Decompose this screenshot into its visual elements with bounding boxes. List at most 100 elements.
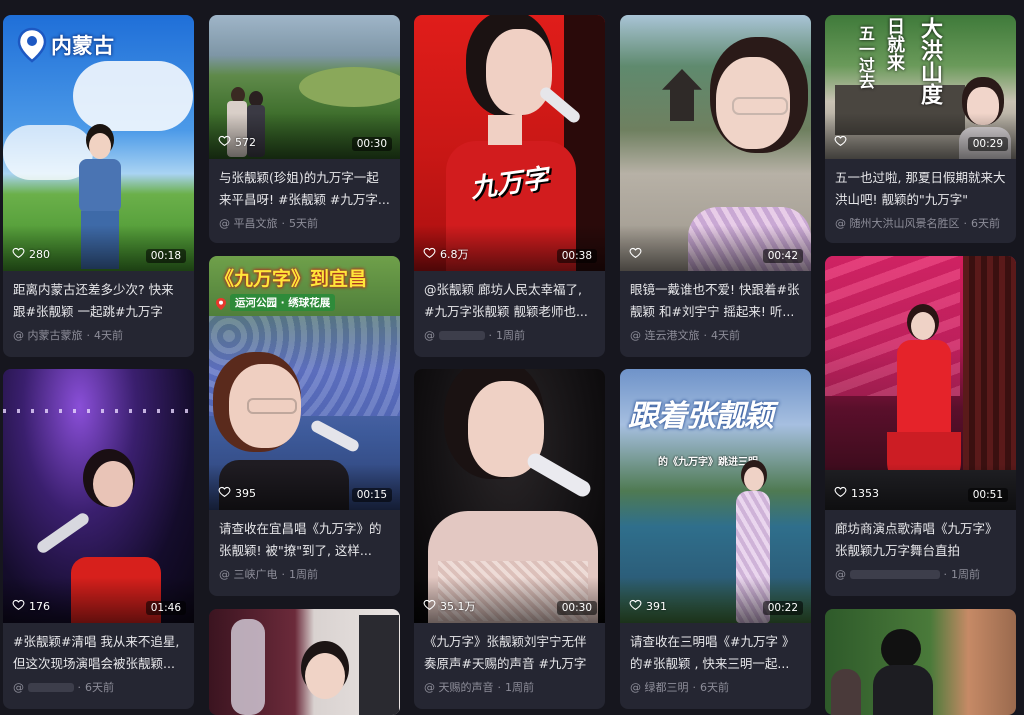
video-meta: @ 天赐的声音 · 1周前 <box>424 681 534 694</box>
at-icon: @ <box>630 329 641 342</box>
author-name[interactable]: 平昌文旅 <box>234 217 278 230</box>
like-count: 280 <box>12 246 50 262</box>
video-duration: 00:30 <box>351 137 392 151</box>
video-thumbnail[interactable]: 00:42 <box>620 15 811 271</box>
video-meta: @ 三峡广电 · 1周前 <box>219 568 318 581</box>
video-duration: 01:46 <box>145 601 186 615</box>
at-icon: @ <box>630 681 641 694</box>
video-card[interactable] <box>209 609 400 715</box>
video-meta: @ 内蒙古蒙旅 · 4天前 <box>13 329 123 342</box>
author-name[interactable]: 连云港文旅 <box>645 329 700 342</box>
author-name[interactable]: 三峡广电 <box>234 568 278 581</box>
badge-text: 内蒙古 <box>51 34 114 58</box>
video-title[interactable]: 《九万字》张靓颖刘宇宁无伴奏原声#天赐的声音 #九万字 <box>424 631 595 675</box>
heart-outline-icon <box>423 598 436 614</box>
location-tag: 运河公园 · 绣球花展 <box>215 294 336 311</box>
video-thumbnail[interactable] <box>825 609 1016 715</box>
overlay-text-2: 日就来 <box>884 17 905 71</box>
like-count: 572 <box>218 134 256 150</box>
like-count <box>629 246 646 262</box>
author-name-blurred <box>438 331 485 340</box>
video-thumbnail[interactable]: 572 00:30 <box>209 15 400 159</box>
video-duration: 00:18 <box>145 249 186 263</box>
author-name-blurred <box>849 570 940 579</box>
video-title[interactable]: 请查收在三明唱《#九万字 》的#张靓颖 , 快来三明一起... <box>630 631 801 675</box>
heart-outline-icon <box>629 246 642 262</box>
overlay-text-3: 大洪山度 <box>917 17 942 105</box>
location-badge: 内蒙古 <box>17 27 114 63</box>
at-icon: @ <box>13 681 24 694</box>
video-duration: 00:30 <box>556 601 597 615</box>
video-meta: @ 平昌文旅 · 5天前 <box>219 217 318 230</box>
video-title[interactable]: 眼镜一戴谁也不爱! 快跟着#张靓颖 和#刘宇宁 摇起来! 听... <box>630 279 801 323</box>
video-thumbnail[interactable]: 35.1万 00:30 <box>414 369 605 623</box>
video-card[interactable]: 176 01:46 #张靓颖#清唱 我从来不追星, 但这次现场演唱会被张靓颖..… <box>3 369 194 709</box>
video-title[interactable]: #张靓颖#清唱 我从来不追星, 但这次现场演唱会被张靓颖... <box>13 631 184 675</box>
like-count: 6.8万 <box>423 246 469 262</box>
publish-time: 5天前 <box>289 217 318 230</box>
video-thumbnail[interactable]: 五一过去 日就来 大洪山度 00:29 <box>825 15 1016 159</box>
video-title[interactable]: 请查收在宜昌唱《九万字》的张靓颖! 被"撩"到了, 这样... <box>219 518 390 562</box>
heart-outline-icon <box>629 598 642 614</box>
at-icon: @ <box>219 217 230 230</box>
overlay-subtitle: 的《九万字》跳进三明 <box>658 457 758 468</box>
video-duration: 00:22 <box>762 601 803 615</box>
video-card[interactable]: 五一过去 日就来 大洪山度 00:29 五一也过啦, 那夏日假期就来大洪山吧! … <box>825 15 1016 243</box>
publish-time: 6天前 <box>700 681 729 694</box>
video-meta: @ · 6天前 <box>13 681 114 694</box>
at-icon: @ <box>13 329 24 342</box>
overlay-subtitle: 运河公园 · 绣球花展 <box>230 294 336 311</box>
video-card[interactable]: 内蒙古 280 00:18 距离内蒙古还差多少次? 快来跟#张靓颖 一起跳#九万… <box>3 15 194 357</box>
author-name[interactable]: 绿都三明 <box>645 681 689 694</box>
like-count: 395 <box>218 485 256 501</box>
video-thumbnail[interactable]: 九万字 6.8万 00:38 <box>414 15 605 271</box>
video-card[interactable]: 572 00:30 与张靓颖(珍姐)的九万字一起来平昌呀! #张靓颖 #九万字.… <box>209 15 400 243</box>
video-card[interactable]: 1353 00:51 廊坊商演点歌清唱《九万字》张靓颖九万字舞台直拍 @ · 1周… <box>825 256 1016 596</box>
video-meta: @ · 1周前 <box>424 329 525 342</box>
video-duration: 00:51 <box>967 488 1008 502</box>
video-title[interactable]: 距离内蒙古还差多少次? 快来跟#张靓颖 一起跳#九万字 #... <box>13 279 184 323</box>
video-title[interactable]: 五一也过啦, 那夏日假期就来大洪山吧! 靓颖的"九万字" <box>835 167 1006 211</box>
video-thumbnail[interactable]: 《九万字》到宜昌 运河公园 · 绣球花展 395 00:15 <box>209 256 400 510</box>
author-name[interactable]: 天赐的声音 <box>439 681 494 694</box>
video-thumbnail[interactable] <box>209 609 400 715</box>
heart-outline-icon <box>12 598 25 614</box>
video-card[interactable]: 35.1万 00:30 《九万字》张靓颖刘宇宁无伴奏原声#天赐的声音 #九万字 … <box>414 369 605 709</box>
video-duration: 00:42 <box>762 249 803 263</box>
like-count: 176 <box>12 598 50 614</box>
video-title[interactable]: 与张靓颖(珍姐)的九万字一起来平昌呀! #张靓颖 #九万字... <box>219 167 390 211</box>
video-card[interactable] <box>825 609 1016 715</box>
publish-time: 1周前 <box>496 329 525 342</box>
publish-time: 1周前 <box>951 568 980 581</box>
heart-outline-icon <box>834 134 847 150</box>
video-card[interactable]: 《九万字》到宜昌 运河公园 · 绣球花展 395 00:15 请查收在宜昌唱《九… <box>209 256 400 596</box>
location-pin-icon <box>215 296 227 310</box>
at-icon: @ <box>424 681 435 694</box>
video-card[interactable]: 九万字 6.8万 00:38 @张靓颖 廊坊人民太幸福了, #九万字张靓颖 靓颖… <box>414 15 605 357</box>
overlay-text-1: 五一过去 <box>856 25 875 89</box>
author-name[interactable]: 随州大洪山风景名胜区 <box>850 217 960 230</box>
video-title[interactable]: 廊坊商演点歌清唱《九万字》张靓颖九万字舞台直拍 <box>835 518 1006 562</box>
video-duration: 00:38 <box>556 249 597 263</box>
overlay-title: 《九万字》到宜昌 <box>215 268 368 290</box>
video-title[interactable]: @张靓颖 廊坊人民太幸福了, #九万字张靓颖 靓颖老师也... <box>424 279 595 323</box>
like-count: 391 <box>629 598 667 614</box>
author-name[interactable]: 内蒙古蒙旅 <box>28 329 83 342</box>
publish-time: 4天前 <box>711 329 740 342</box>
heart-outline-icon <box>218 485 231 501</box>
like-count: 35.1万 <box>423 598 476 614</box>
at-icon: @ <box>835 568 846 581</box>
video-duration: 00:15 <box>351 488 392 502</box>
video-meta: @ · 1周前 <box>835 568 980 581</box>
video-thumbnail[interactable]: 内蒙古 280 00:18 <box>3 15 194 271</box>
video-thumbnail[interactable]: 176 01:46 <box>3 369 194 623</box>
heart-outline-icon <box>12 246 25 262</box>
video-card[interactable]: 00:42 眼镜一戴谁也不爱! 快跟着#张靓颖 和#刘宇宁 摇起来! 听... … <box>620 15 811 357</box>
video-thumbnail[interactable]: 1353 00:51 <box>825 256 1016 510</box>
video-thumbnail[interactable]: 跟着张靓颖 的《九万字》跳进三明 391 00:22 <box>620 369 811 623</box>
publish-time: 1周前 <box>505 681 534 694</box>
at-icon: @ <box>835 217 846 230</box>
heart-outline-icon <box>423 246 436 262</box>
video-meta: @ 绿都三明 · 6天前 <box>630 681 729 694</box>
video-card[interactable]: 跟着张靓颖 的《九万字》跳进三明 391 00:22 请查收在三明唱《#九万字 … <box>620 369 811 709</box>
